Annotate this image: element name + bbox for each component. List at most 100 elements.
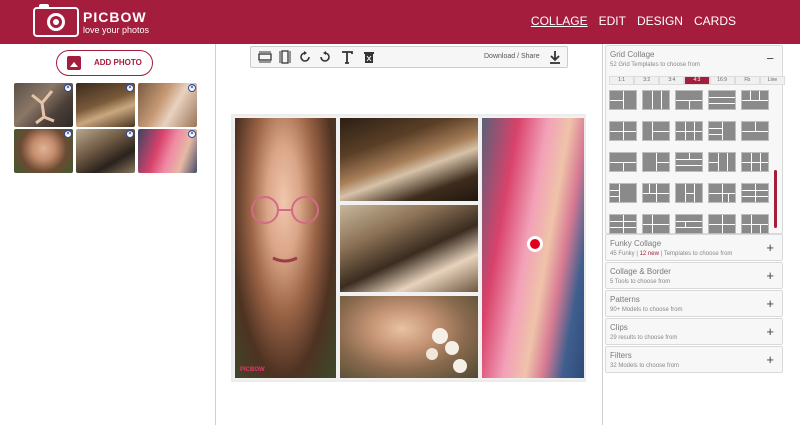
thumbnail-lying-hat[interactable]: × xyxy=(76,129,135,173)
expand-icon[interactable]: + xyxy=(766,297,774,310)
grid-template[interactable] xyxy=(642,152,670,172)
grid-template[interactable] xyxy=(675,214,703,234)
download-share-label[interactable]: Download / Share xyxy=(484,53,540,60)
nav-design[interactable]: DESIGN xyxy=(637,14,683,28)
grid-template[interactable] xyxy=(642,183,670,203)
filters-section[interactable]: Filters 32 Models to choose from + xyxy=(605,346,783,373)
ratio-tab-16-9[interactable]: 16:9 xyxy=(709,76,735,85)
clips-subtitle: 29 results to choose from xyxy=(610,335,678,341)
brand-name[interactable]: PICBOW xyxy=(83,9,147,25)
templates-scrollbar[interactable] xyxy=(774,170,777,228)
patterns-subtitle: 90+ Models to choose from xyxy=(610,307,683,313)
grid-template[interactable] xyxy=(642,90,670,110)
camera-logo-icon[interactable] xyxy=(33,4,79,37)
thumbnail-reclining-hat[interactable]: × xyxy=(76,83,135,127)
templates-panel: Grid Collage 52 Grid Templates to choose… xyxy=(602,44,800,425)
grid-template[interactable] xyxy=(642,121,670,141)
thumbnail-flowers[interactable]: × xyxy=(138,83,197,127)
expand-icon[interactable]: + xyxy=(766,353,774,366)
grid-template[interactable] xyxy=(642,214,670,234)
remove-photo-icon[interactable]: × xyxy=(126,84,134,92)
expand-icon[interactable]: + xyxy=(766,241,774,254)
thumbnail-dancer[interactable]: × xyxy=(14,83,73,127)
patterns-section[interactable]: Patterns 90+ Models to choose from + xyxy=(605,290,783,317)
remove-photo-icon[interactable]: × xyxy=(188,130,196,138)
grid-template[interactable] xyxy=(609,90,637,110)
grid-template[interactable] xyxy=(675,121,703,141)
filters-subtitle: 32 Models to choose from xyxy=(610,363,680,369)
funky-collage-section[interactable]: Funky Collage 45 Funky | 12 new | Templa… xyxy=(605,234,783,261)
fit-width-icon[interactable] xyxy=(258,50,272,64)
collage-preview[interactable]: PICBOW xyxy=(231,114,586,382)
grid-collage-subtitle: 52 Grid Templates to choose from xyxy=(610,62,700,68)
ratio-tab-1-1[interactable]: 1:1 xyxy=(609,76,635,85)
grid-template[interactable] xyxy=(741,90,769,110)
expand-icon[interactable]: + xyxy=(766,269,774,282)
funky-collage-title[interactable]: Funky Collage xyxy=(610,239,661,248)
grid-template[interactable] xyxy=(675,90,703,110)
ratio-tab-3-2[interactable]: 3:2 xyxy=(634,76,660,85)
remove-photo-icon[interactable]: × xyxy=(64,130,72,138)
ratio-tab-fb[interactable]: Fb xyxy=(734,76,760,85)
collage-cell-flowers[interactable] xyxy=(340,296,478,378)
collapse-icon[interactable]: − xyxy=(766,52,774,65)
collage-border-subtitle: 5 Tools to choose from xyxy=(610,279,671,285)
image-icon xyxy=(67,56,81,70)
patterns-title[interactable]: Patterns xyxy=(610,295,640,304)
nav-cards[interactable]: CARDS xyxy=(694,14,736,28)
remove-photo-icon[interactable]: × xyxy=(64,84,72,92)
ratio-tab-3-4[interactable]: 3:4 xyxy=(659,76,685,85)
nav-edit[interactable]: EDIT xyxy=(599,14,626,28)
collage-cell-lying-hat[interactable] xyxy=(340,205,478,292)
photo-thumbnails: × × × × × × xyxy=(14,83,198,173)
filters-title[interactable]: Filters xyxy=(610,351,632,360)
add-photo-button[interactable]: ADD PHOTO xyxy=(56,50,153,76)
grid-template[interactable] xyxy=(708,90,736,110)
thumbnail-glasses-portrait[interactable]: × xyxy=(14,129,73,173)
resize-handle[interactable] xyxy=(527,236,543,252)
text-icon[interactable] xyxy=(340,50,354,64)
grid-collage-title[interactable]: Grid Collage xyxy=(610,50,654,59)
aspect-ratio-tabs: 1:1 3:2 3:4 4:3 16:9 Fb Line xyxy=(609,76,785,85)
collage-border-title[interactable]: Collage & Border xyxy=(610,267,671,276)
collage-canvas-area: Download / Share PICBOW xyxy=(216,44,602,425)
grid-template[interactable] xyxy=(609,214,637,234)
add-photo-label: ADD PHOTO xyxy=(94,58,142,67)
grid-collage-section: Grid Collage 52 Grid Templates to choose… xyxy=(605,45,785,236)
remove-photo-icon[interactable]: × xyxy=(126,130,134,138)
expand-icon[interactable]: + xyxy=(766,325,774,338)
ratio-tab-4-3[interactable]: 4:3 xyxy=(684,76,710,85)
grid-template[interactable] xyxy=(609,152,637,172)
grid-template[interactable] xyxy=(708,214,736,234)
grid-template[interactable] xyxy=(708,183,736,203)
app-header: PICBOW love your photos COLLAGE EDIT DES… xyxy=(0,0,800,44)
rotate-left-icon[interactable] xyxy=(318,50,332,64)
remove-photo-icon[interactable]: × xyxy=(188,84,196,92)
grid-template[interactable] xyxy=(741,121,769,141)
flower-drawing xyxy=(426,328,467,373)
fit-height-icon[interactable] xyxy=(278,50,292,64)
thumbnail-pink-hair[interactable]: × xyxy=(138,129,197,173)
grid-template[interactable] xyxy=(609,121,637,141)
grid-template[interactable] xyxy=(675,183,703,203)
grid-template[interactable] xyxy=(741,214,769,234)
grid-template[interactable] xyxy=(741,183,769,203)
clips-title[interactable]: Clips xyxy=(610,323,628,332)
funky-collage-subtitle: 45 Funky | 12 new | Templates to choose … xyxy=(610,251,733,257)
download-icon[interactable] xyxy=(548,50,562,64)
delete-icon[interactable] xyxy=(362,50,376,64)
collage-cell-glasses-portrait[interactable]: PICBOW xyxy=(235,118,336,378)
portrait-glasses-drawing xyxy=(251,196,319,263)
grid-template[interactable] xyxy=(675,152,703,172)
collage-cell-reclining-hat[interactable] xyxy=(340,118,478,201)
collage-border-section[interactable]: Collage & Border 5 Tools to choose from … xyxy=(605,262,783,289)
rotate-right-icon[interactable] xyxy=(298,50,312,64)
grid-template[interactable] xyxy=(708,121,736,141)
clips-section[interactable]: Clips 29 results to choose from + xyxy=(605,318,783,345)
grid-template[interactable] xyxy=(708,152,736,172)
grid-template-list xyxy=(609,90,773,236)
grid-template[interactable] xyxy=(609,183,637,203)
grid-template[interactable] xyxy=(741,152,769,172)
ratio-tab-line[interactable]: Line xyxy=(759,76,785,85)
nav-collage[interactable]: COLLAGE xyxy=(531,14,588,28)
